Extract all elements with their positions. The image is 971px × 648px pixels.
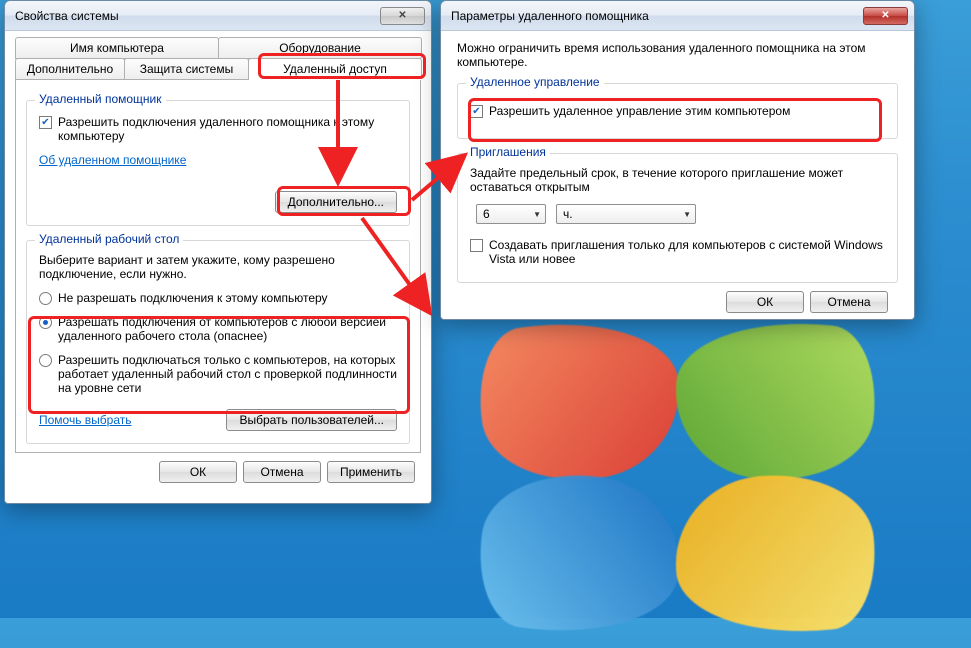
- invitation-duration-unit[interactable]: ч.▼: [556, 204, 696, 224]
- titlebar[interactable]: Свойства системы ✕: [5, 1, 431, 31]
- select-users-button[interactable]: Выбрать пользователей...: [226, 409, 397, 431]
- remote-desktop-group: Удаленный рабочий стол Выберите вариант …: [26, 240, 410, 444]
- close-icon[interactable]: ✕: [863, 7, 908, 25]
- rdp-option-any[interactable]: [39, 316, 52, 329]
- tab-advanced[interactable]: Дополнительно: [15, 58, 125, 79]
- rdp-option-nla[interactable]: [39, 354, 52, 367]
- rdp-option-deny[interactable]: [39, 292, 52, 305]
- advanced-button[interactable]: Дополнительно...: [275, 191, 397, 213]
- allow-remote-control-checkbox[interactable]: ✔: [470, 105, 483, 118]
- remote-control-group: Удаленное управление ✔ Разрешить удаленн…: [457, 83, 898, 139]
- allow-remote-assistance-checkbox[interactable]: ✔: [39, 116, 52, 129]
- ok-button[interactable]: ОК: [159, 461, 237, 483]
- tab-computer-name[interactable]: Имя компьютера: [15, 37, 219, 58]
- apply-button[interactable]: Применить: [327, 461, 415, 483]
- cancel-button[interactable]: Отмена: [243, 461, 321, 483]
- cancel-button[interactable]: Отмена: [810, 291, 888, 313]
- vista-only-checkbox[interactable]: [470, 239, 483, 252]
- invitation-duration-value[interactable]: 6▼: [476, 204, 546, 224]
- ok-button[interactable]: ОК: [726, 291, 804, 313]
- rdp-option-nla-label: Разрешить подключаться только с компьюте…: [58, 353, 397, 395]
- tab-system-protection[interactable]: Защита системы: [124, 58, 249, 79]
- group-legend: Удаленный помощник: [35, 92, 166, 106]
- allow-remote-assistance-label: Разрешить подключения удаленного помощни…: [58, 115, 397, 143]
- chevron-down-icon: ▼: [533, 210, 541, 219]
- windows-7-logo: [480, 320, 910, 600]
- invitation-desc: Задайте предельный срок, в течение котор…: [470, 166, 885, 194]
- group-legend: Приглашения: [466, 145, 550, 159]
- dialog-title: Свойства системы: [15, 9, 119, 23]
- vista-only-label: Создавать приглашения только для компьют…: [489, 238, 885, 266]
- group-legend: Удаленный рабочий стол: [35, 232, 183, 246]
- rdp-option-any-label: Разрешать подключения от компьютеров с л…: [58, 315, 397, 343]
- chevron-down-icon: ▼: [683, 210, 691, 219]
- help-choose-link[interactable]: Помочь выбрать: [39, 413, 132, 427]
- tab-remote-access[interactable]: Удаленный доступ: [248, 58, 422, 79]
- group-legend: Удаленное управление: [466, 75, 604, 89]
- close-icon[interactable]: ✕: [380, 7, 425, 25]
- titlebar[interactable]: Параметры удаленного помощника ✕: [441, 1, 914, 31]
- remote-assistant-group: Удаленный помощник ✔ Разрешить подключен…: [26, 100, 410, 226]
- ra-intro: Можно ограничить время использования уда…: [457, 41, 898, 69]
- tab-hardware[interactable]: Оборудование: [218, 37, 422, 58]
- system-properties-dialog: Свойства системы ✕ Имя компьютера Оборуд…: [4, 0, 432, 504]
- dialog-title: Параметры удаленного помощника: [451, 9, 649, 23]
- rdp-option-deny-label: Не разрешать подключения к этому компьют…: [58, 291, 328, 305]
- about-remote-assistant-link[interactable]: Об удаленном помощнике: [39, 153, 186, 167]
- allow-remote-control-label: Разрешить удаленное управление этим комп…: [489, 104, 790, 118]
- remote-assistant-settings-dialog: Параметры удаленного помощника ✕ Можно о…: [440, 0, 915, 320]
- invitations-group: Приглашения Задайте предельный срок, в т…: [457, 153, 898, 283]
- rdp-intro: Выберите вариант и затем укажите, кому р…: [39, 253, 397, 281]
